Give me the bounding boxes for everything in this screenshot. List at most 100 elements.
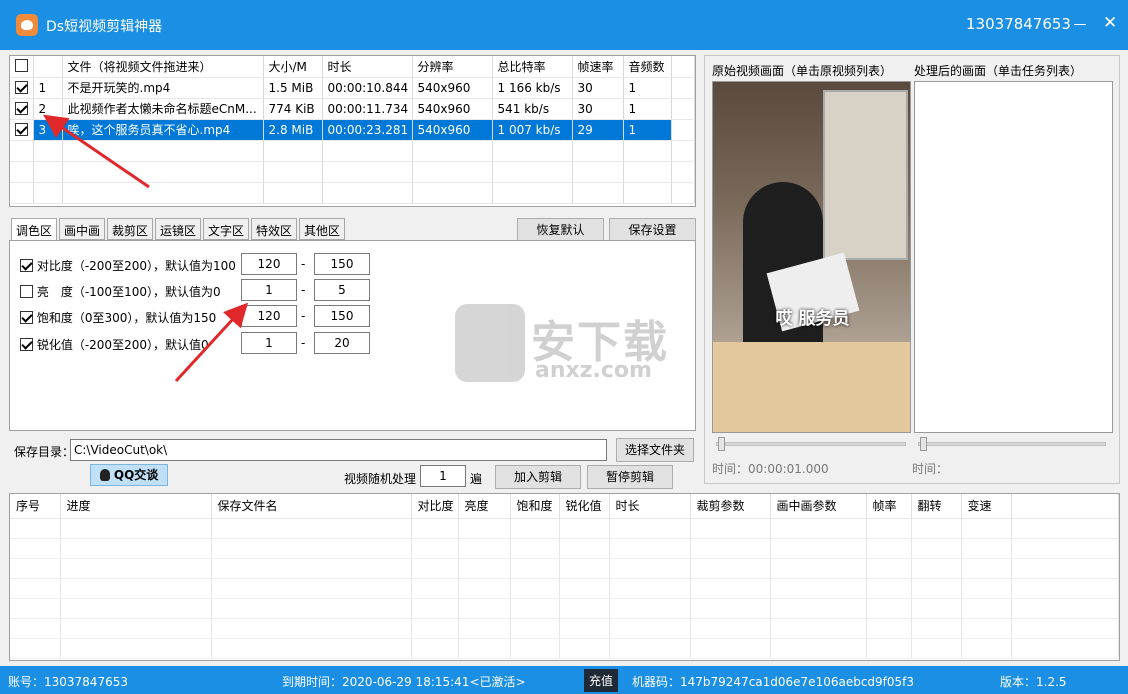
task-column-header[interactable]: 画中画参数 bbox=[770, 494, 867, 519]
save-dir-input[interactable]: C:\VideoCut\ok\ bbox=[70, 439, 607, 461]
close-icon[interactable]: ✕ bbox=[1103, 12, 1117, 34]
sharpen-label: 锐化值（-200至200），默认值0 bbox=[36, 338, 209, 352]
range-separator: - bbox=[301, 257, 306, 271]
saturation-row: 饱和度（0至300），默认值为150 bbox=[20, 309, 216, 326]
random-count-input[interactable]: 1 bbox=[420, 465, 466, 487]
processed-video-label: 处理后的画面（单击任务列表） bbox=[914, 64, 1083, 78]
range-separator: - bbox=[301, 283, 306, 297]
file-name: 唉，这个服务员真不省心.mp4 bbox=[62, 119, 264, 141]
qq-penguin-icon bbox=[99, 469, 110, 481]
task-column-header[interactable]: 进度 bbox=[60, 494, 212, 519]
row-checkbox[interactable] bbox=[15, 122, 28, 136]
contrast-max-input[interactable]: 150 bbox=[314, 253, 370, 275]
contrast-checkbox[interactable] bbox=[20, 259, 33, 272]
row-number: 2 bbox=[33, 98, 63, 120]
column-header[interactable]: 时长 bbox=[322, 56, 413, 78]
tab-camera[interactable]: 运镜区 bbox=[155, 218, 202, 240]
status-version: 版本：1.2.5 bbox=[1000, 675, 1067, 689]
reset-defaults-button[interactable]: 恢复默认 bbox=[517, 218, 604, 242]
saturation-max-input[interactable]: 150 bbox=[314, 305, 370, 327]
task-column-header[interactable]: 序号 bbox=[10, 494, 61, 519]
task-column-header[interactable]: 裁剪参数 bbox=[690, 494, 771, 519]
tab-color[interactable]: 调色区 bbox=[11, 218, 58, 241]
tab-other[interactable]: 其他区 bbox=[299, 218, 346, 240]
choose-folder-button[interactable]: 选择文件夹 bbox=[616, 438, 694, 462]
file-fps: 30 bbox=[572, 77, 624, 99]
sharpen-min-input[interactable]: 1 bbox=[241, 332, 297, 354]
random-label: 视频随机处理 bbox=[344, 472, 417, 486]
tab-text[interactable]: 文字区 bbox=[203, 218, 250, 240]
original-seek-track[interactable] bbox=[716, 442, 906, 446]
column-header[interactable]: 文件（将视频文件拖进来） bbox=[62, 56, 264, 78]
column-header[interactable]: 大小/M bbox=[263, 56, 323, 78]
minimize-icon[interactable] bbox=[1074, 24, 1086, 25]
watermark-bag-icon bbox=[455, 304, 525, 382]
save-dir-label: 保存目录： bbox=[14, 445, 75, 459]
file-fps: 29 bbox=[572, 119, 624, 141]
processed-video-frame[interactable] bbox=[914, 81, 1113, 433]
row-checkbox[interactable] bbox=[15, 101, 28, 115]
file-bitrate: 541 kb/s bbox=[492, 98, 573, 120]
contrast-min-input[interactable]: 120 bbox=[241, 253, 297, 275]
saturation-min-input[interactable]: 120 bbox=[241, 305, 297, 327]
task-column-header[interactable]: 保存文件名 bbox=[211, 494, 412, 519]
select-all-checkbox[interactable] bbox=[10, 56, 34, 78]
column-header[interactable]: 分辨率 bbox=[412, 56, 493, 78]
column-header[interactable]: 总比特率 bbox=[492, 56, 573, 78]
save-settings-button[interactable]: 保存设置 bbox=[609, 218, 696, 242]
file-size: 1.5 MiB bbox=[263, 77, 323, 99]
video-table bbox=[713, 342, 910, 432]
brightness-min-input[interactable]: 1 bbox=[241, 279, 297, 301]
file-row[interactable]: 1 不是开玩笑的.mp4 1.5 MiB 00:00:10.844 540x96… bbox=[10, 77, 695, 99]
original-video-frame[interactable]: 哎 服务员 bbox=[712, 81, 911, 433]
file-list-table: 文件（将视频文件拖进来） 大小/M 时长 分辨率 总比特率 帧速率 音频数 1 … bbox=[10, 56, 695, 204]
task-column-header[interactable]: 翻转 bbox=[911, 494, 962, 519]
range-separator: - bbox=[301, 309, 306, 323]
file-size: 774 KiB bbox=[263, 98, 323, 120]
brightness-max-input[interactable]: 5 bbox=[314, 279, 370, 301]
task-column-header[interactable]: 对比度 bbox=[411, 494, 459, 519]
watermark: 安下载 anxz.com bbox=[455, 296, 675, 388]
task-column-header[interactable]: 变速 bbox=[961, 494, 1012, 519]
sharpen-max-input[interactable]: 20 bbox=[314, 332, 370, 354]
brightness-checkbox[interactable] bbox=[20, 285, 33, 298]
recharge-button[interactable]: 充值 bbox=[584, 669, 619, 692]
row-number: 1 bbox=[33, 77, 63, 99]
file-row-selected[interactable]: 3 唉，这个服务员真不省心.mp4 2.8 MiB 00:00:23.281 5… bbox=[10, 119, 695, 141]
file-audio: 1 bbox=[623, 119, 672, 141]
pause-clip-button[interactable]: 暂停剪辑 bbox=[587, 465, 673, 489]
row-number: 3 bbox=[33, 119, 63, 141]
original-time: 时间：00:00:01.000 bbox=[712, 462, 829, 476]
column-header[interactable]: 帧速率 bbox=[572, 56, 624, 78]
tab-pip[interactable]: 画中画 bbox=[59, 218, 106, 240]
sharpen-checkbox[interactable] bbox=[20, 338, 33, 351]
video-wall-panel bbox=[823, 90, 908, 260]
file-row[interactable]: 2 此视频作者太懒未命名标题eCnM... 774 KiB 00:00:11.7… bbox=[10, 98, 695, 120]
original-seek-thumb[interactable] bbox=[718, 437, 725, 451]
column-header[interactable]: 音频数 bbox=[623, 56, 672, 78]
file-resolution: 540x960 bbox=[412, 77, 493, 99]
file-list-panel[interactable]: 文件（将视频文件拖进来） 大小/M 时长 分辨率 总比特率 帧速率 音频数 1 … bbox=[9, 55, 696, 207]
qq-chat-button[interactable]: QQ交谈 bbox=[90, 464, 168, 486]
status-expiry: 到期时间：2020-06-29 18:15:41<已激活> bbox=[282, 675, 526, 689]
tab-effects[interactable]: 特效区 bbox=[251, 218, 298, 240]
task-column-header[interactable]: 帧率 bbox=[866, 494, 912, 519]
task-column-header[interactable]: 时长 bbox=[609, 494, 691, 519]
task-column-header[interactable]: 锐化值 bbox=[559, 494, 610, 519]
row-checkbox[interactable] bbox=[15, 80, 28, 94]
contrast-row: 对比度（-200至200），默认值为100 bbox=[20, 257, 236, 274]
title-bar: Ds短视频剪辑神器 13037847653 ✕ bbox=[0, 0, 1128, 50]
file-duration: 00:00:10.844 bbox=[322, 77, 413, 99]
file-resolution: 540x960 bbox=[412, 119, 493, 141]
sharpen-row: 锐化值（-200至200），默认值0 bbox=[20, 336, 209, 353]
add-clip-button[interactable]: 加入剪辑 bbox=[495, 465, 581, 489]
task-column-header[interactable]: 亮度 bbox=[458, 494, 511, 519]
app-logo-icon bbox=[16, 14, 38, 36]
saturation-checkbox[interactable] bbox=[20, 311, 33, 324]
processed-seek-track[interactable] bbox=[918, 442, 1106, 446]
task-list-panel[interactable]: 序号 进度 保存文件名 对比度 亮度 饱和度 锐化值 时长 裁剪参数 画中画参数… bbox=[9, 493, 1120, 661]
tab-crop[interactable]: 裁剪区 bbox=[107, 218, 154, 240]
status-account: 账号：13037847653 bbox=[8, 675, 128, 689]
processed-seek-thumb[interactable] bbox=[920, 437, 927, 451]
task-column-header[interactable]: 饱和度 bbox=[510, 494, 560, 519]
